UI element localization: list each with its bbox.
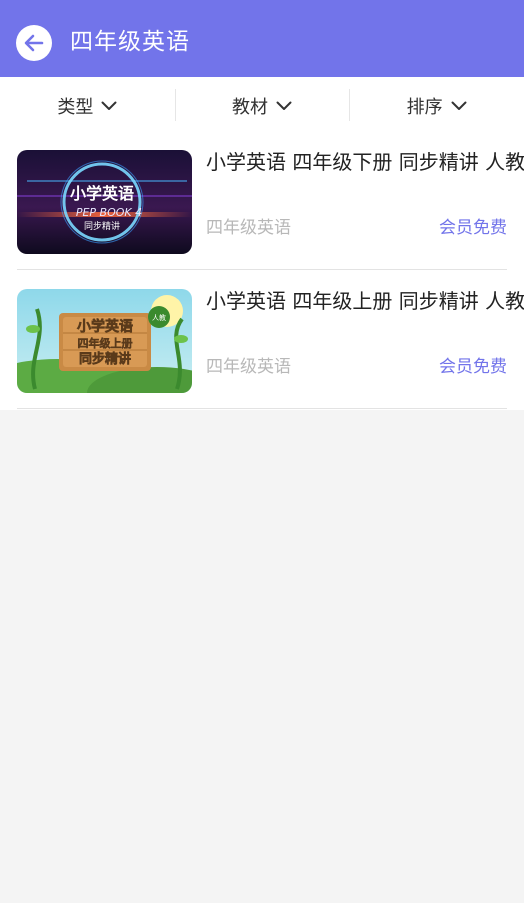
thumb-line1: 小学英语 (77, 318, 133, 335)
app-header: 四年级英语 (0, 0, 524, 77)
chevron-down-icon (276, 101, 292, 110)
course-subject: 四年级英语 (206, 218, 291, 238)
course-item[interactable]: 小学英语 PEP BOOK 4 同步精讲 小学英语 四年级下册 同步精讲 人教 … (17, 134, 524, 270)
member-free-badge: 会员免费 (439, 218, 507, 238)
course-thumbnail: 小学英语 PEP BOOK 4 同步精讲 (17, 150, 192, 254)
course-title: 小学英语 四年级下册 同步精讲 人教 (206, 150, 524, 174)
thumb-tag: 人教 (152, 313, 166, 322)
chevron-down-icon (451, 101, 467, 110)
back-arrow-icon (24, 34, 44, 52)
course-title: 小学英语 四年级上册 同步精讲 人教 (206, 289, 524, 313)
filter-sort-label: 排序 (406, 96, 443, 118)
chevron-down-icon (101, 101, 117, 110)
filter-textbook[interactable]: 教材 (174, 77, 350, 134)
course-subject: 四年级英语 (206, 357, 291, 377)
back-button[interactable] (16, 25, 52, 61)
filter-textbook-label: 教材 (232, 96, 268, 118)
filter-bar: 类型 教材 排序 (0, 77, 524, 134)
course-item[interactable]: 人教 小学英语 四年级上册 同步精讲 小学英语 四年级上册 同步精讲 人教 四年… (17, 273, 524, 409)
filter-type[interactable]: 类型 (0, 77, 175, 134)
course-list-panel: 类型 教材 排序 小学英语 PEP BOOK 4 同步精讲 小学英语 四年级下册… (0, 77, 524, 410)
thumb-line2: 四年级上册 (78, 336, 133, 350)
filter-sort[interactable]: 排序 (349, 77, 524, 134)
thumb-line1: 小学英语 (70, 184, 134, 203)
thumb-line3: 同步精讲 (84, 220, 120, 232)
thumb-line2: PEP BOOK 4 (76, 206, 142, 219)
page-title: 四年级英语 (70, 29, 190, 55)
course-thumbnail: 人教 小学英语 四年级上册 同步精讲 (17, 289, 192, 393)
member-free-badge: 会员免费 (439, 357, 507, 377)
filter-type-label: 类型 (57, 96, 94, 118)
thumb-line3: 同步精讲 (79, 351, 131, 367)
